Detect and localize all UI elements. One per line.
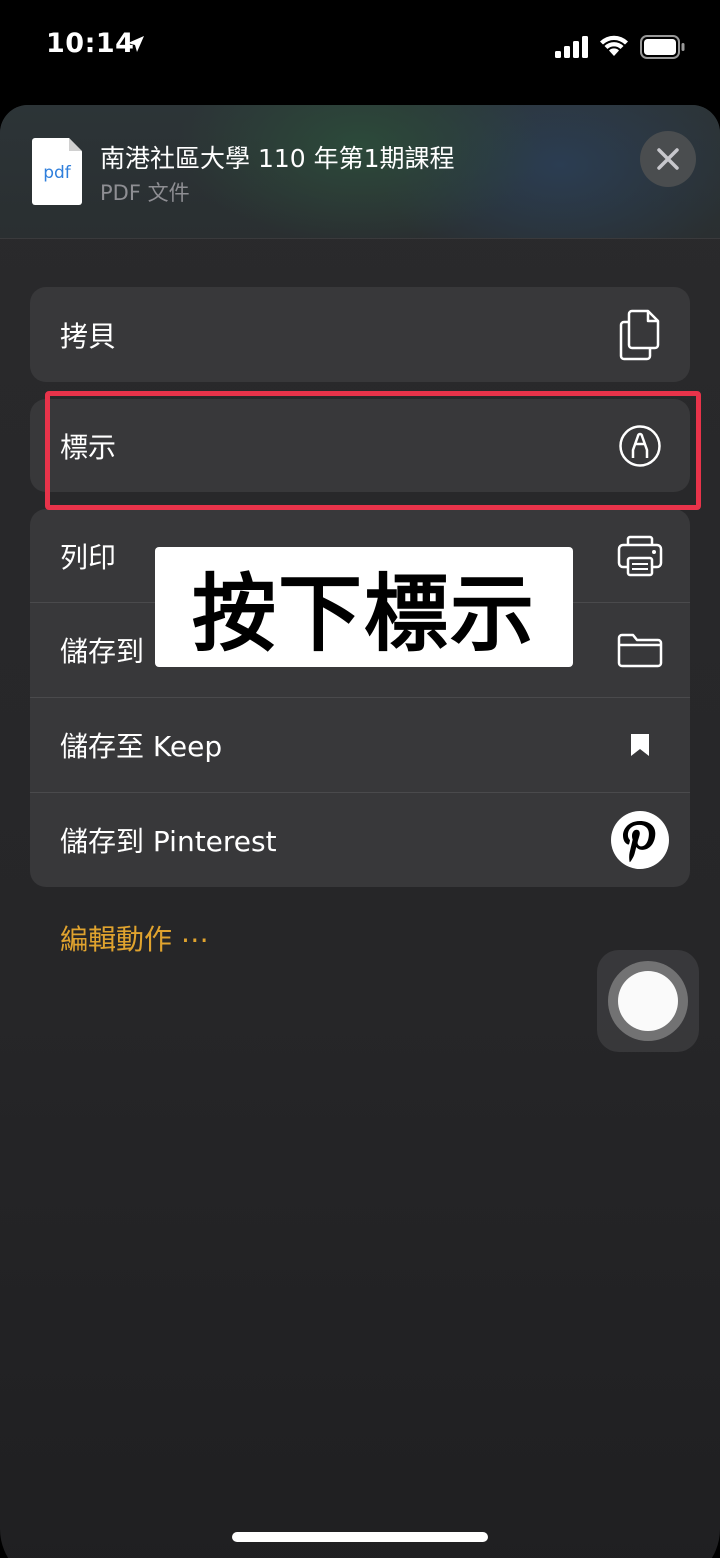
action-save-to-keep-label: 儲存至 Keep: [60, 729, 223, 763]
copy-icon: [610, 305, 670, 365]
action-save-to-pinterest[interactable]: 儲存到 Pinterest: [30, 792, 690, 887]
location-arrow-icon: [128, 36, 144, 52]
assistive-touch-ring: [608, 961, 688, 1041]
pinterest-icon: [610, 810, 670, 870]
tutorial-highlight-box: [45, 391, 701, 510]
status-bar: 10:14: [0, 0, 720, 95]
action-copy-label: 拷貝: [60, 319, 117, 353]
action-copy[interactable]: 拷貝: [30, 287, 690, 382]
close-icon: [657, 148, 679, 170]
action-save-to-keep[interactable]: 儲存至 Keep: [30, 697, 690, 792]
document-subtitle: PDF 文件: [100, 181, 190, 205]
folder-icon: [610, 620, 670, 680]
pdf-thumbnail-label: pdf: [43, 163, 71, 183]
action-save-to-files-label: 儲存到: [60, 634, 145, 668]
tutorial-instruction-box: 按下標示: [155, 547, 573, 667]
tutorial-instruction-text: 按下標示: [191, 564, 536, 663]
edit-actions-link[interactable]: 編輯動作 ⋯: [60, 918, 209, 958]
home-indicator[interactable]: [232, 1532, 488, 1542]
pdf-thumbnail-fold: [69, 138, 82, 151]
bookmark-icon: [610, 715, 670, 775]
action-group-copy: 拷貝: [30, 287, 690, 382]
action-save-to-pinterest-label: 儲存到 Pinterest: [60, 824, 277, 858]
battery-icon: [640, 35, 685, 59]
printer-icon: [610, 526, 670, 586]
screen: 10:14 pdf 南港社區大學 110 年第1期課程 PDF 文件 拷貝 標示…: [0, 0, 720, 1558]
document-title: 南港社區大學 110 年第1期課程: [100, 144, 455, 173]
close-button[interactable]: [640, 131, 696, 187]
assistive-touch-button[interactable]: [597, 950, 699, 1052]
share-sheet-header: pdf 南港社區大學 110 年第1期課程 PDF 文件: [0, 105, 720, 239]
assistive-touch-inner: [618, 971, 678, 1031]
wifi-icon: [600, 35, 628, 56]
action-print-label: 列印: [60, 540, 117, 574]
status-time: 10:14: [46, 28, 135, 59]
cellular-signal-icon: [555, 36, 588, 58]
